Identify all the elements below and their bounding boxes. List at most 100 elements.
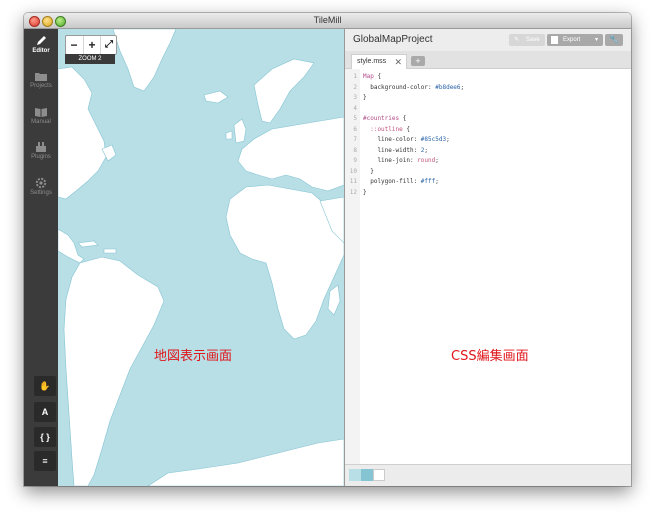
code-line[interactable]: 11 polygon-fill: #fff; <box>345 177 631 188</box>
line-code: line-join: round; <box>363 156 438 167</box>
zoom-level-label: ZOOM 2 <box>65 54 115 64</box>
line-number: 5 <box>353 115 357 122</box>
settings-button[interactable]: 🔧 <box>605 34 623 46</box>
code-line[interactable]: 1 Map { <box>345 72 631 83</box>
tab-label: style.mss <box>357 58 387 65</box>
book-icon <box>35 108 47 117</box>
color-palette <box>345 464 631 486</box>
color-swatch[interactable] <box>361 469 373 481</box>
code-line[interactable]: 7 line-color: #85c5d3; <box>345 135 631 146</box>
editor-header: GlobalMapProject ✎ Save Export ▾ 🔧 <box>345 29 631 51</box>
line-number: 8 <box>353 146 357 154</box>
line-number: 3 <box>353 94 357 101</box>
color-swatch[interactable] <box>349 469 361 481</box>
layers-tool-button[interactable]: ≡ <box>34 451 56 471</box>
line-code: Map { <box>363 72 381 83</box>
line-code: } <box>363 188 367 199</box>
line-code: } <box>363 167 374 178</box>
line-code: line-width: 2; <box>363 146 428 157</box>
pencil-icon: ✎ <box>514 37 520 43</box>
code-token: line-join: <box>363 157 418 164</box>
code-line[interactable]: 12} <box>345 188 631 199</box>
fullscreen-button[interactable]: ⤢ <box>100 36 117 54</box>
line-number: 2 <box>353 83 357 91</box>
code-line[interactable]: 2 background-color: #b8dee6; <box>345 83 631 94</box>
app-window: TileMill Editor Projects Manual Plugins … <box>24 13 631 486</box>
braces-icon: { } <box>40 432 50 442</box>
gear-icon <box>35 177 47 189</box>
zoom-in-button[interactable]: + <box>83 36 100 54</box>
save-label: Save <box>526 37 540 43</box>
zoom-out-button[interactable]: − <box>66 36 82 54</box>
code-line[interactable]: 3} <box>345 93 631 104</box>
sidebar-item-label: Projects <box>30 83 52 89</box>
code-token: { <box>399 115 407 122</box>
line-number: 12 <box>349 188 357 196</box>
layers-icon: ≡ <box>42 456 48 466</box>
code-token: line-color: <box>363 136 421 143</box>
sidebar-item-label: Manual <box>31 119 51 125</box>
export-button[interactable]: Export ▾ <box>547 34 603 46</box>
line-number: 10 <box>349 167 357 175</box>
sidebar-item-plugins[interactable]: Plugins <box>24 141 58 160</box>
carto-tool-button[interactable]: { } <box>34 427 56 447</box>
line-code: line-color: #85c5d3; <box>363 135 450 146</box>
sidebar: Editor Projects Manual Plugins Settings … <box>24 29 58 486</box>
code-line[interactable]: 10 } <box>345 167 631 178</box>
code-token: line-width: <box>363 146 421 154</box>
code-token: Map <box>363 73 374 80</box>
code-token: round <box>417 157 436 164</box>
sidebar-item-manual[interactable]: Manual <box>24 106 58 125</box>
map-view[interactable]: − + ⤢ ZOOM 2 地図表示画面 <box>58 29 344 486</box>
pencil-icon <box>37 36 46 45</box>
world-map[interactable] <box>58 29 344 486</box>
code-token: ; <box>460 83 465 91</box>
line-code: #countries { <box>363 114 406 125</box>
window-title: TileMill <box>313 15 342 25</box>
code-line[interactable]: 9 line-join: round; <box>345 156 631 167</box>
map-caption: 地図表示画面 <box>154 349 233 364</box>
code-token: #fff <box>420 178 436 185</box>
wrench-icon: 🔧 <box>609 35 619 44</box>
code-line[interactable]: 4 <box>345 104 631 115</box>
code-token: polygon-fill: <box>363 178 421 185</box>
code-token: } <box>363 167 374 175</box>
close-icon[interactable]: ✕ <box>394 55 402 69</box>
sidebar-item-label: Plugins <box>31 154 51 160</box>
line-code: background-color: #b8dee6; <box>363 83 464 94</box>
style-editor-pane: GlobalMapProject ✎ Save Export ▾ 🔧 style… <box>345 29 631 486</box>
code-line[interactable]: 5 #countries { <box>345 114 631 125</box>
zoom-controls: − + ⤢ <box>65 35 117 55</box>
code-line[interactable]: 6 ::outline { <box>345 125 631 136</box>
pan-tool-button[interactable]: ✋ <box>34 376 56 396</box>
code-token: ; <box>446 136 450 143</box>
folder-icon <box>35 73 47 81</box>
chevron-down-icon: ▾ <box>595 37 599 43</box>
export-label: Export <box>563 37 581 43</box>
code-token: #85c5d3 <box>420 136 447 143</box>
code-token: ::outline <box>363 125 403 133</box>
font-tool-button[interactable]: A <box>34 402 56 422</box>
code-token: ; <box>424 146 429 154</box>
color-swatch[interactable] <box>373 469 385 481</box>
sidebar-item-settings[interactable]: Settings <box>24 177 58 196</box>
code-token: #countries <box>363 115 400 122</box>
code-token: } <box>363 188 367 196</box>
code-token: #b8dee6 <box>435 83 461 91</box>
code-token: { <box>373 73 382 80</box>
code-line[interactable]: 8 line-width: 2; <box>345 146 631 157</box>
sidebar-item-editor[interactable]: Editor <box>24 35 58 54</box>
code-token: { <box>402 125 410 133</box>
line-number: 6 <box>353 125 357 133</box>
save-button[interactable]: ✎ Save <box>509 34 545 46</box>
sidebar-item-projects[interactable]: Projects <box>24 70 58 89</box>
code-token: background-color: <box>363 83 436 91</box>
code-editor[interactable]: 1 Map {2 background-color: #b8dee6; 3} 4 5 #c… <box>345 72 631 198</box>
editor-caption: CSS編集画面 <box>451 349 529 364</box>
line-number: 11 <box>349 178 357 185</box>
export-icon <box>551 36 558 44</box>
add-tab-button[interactable]: + <box>411 56 425 66</box>
line-number: 7 <box>353 136 357 143</box>
plugin-icon <box>36 142 46 152</box>
tab-style-mss[interactable]: style.mss ✕ <box>351 54 407 69</box>
